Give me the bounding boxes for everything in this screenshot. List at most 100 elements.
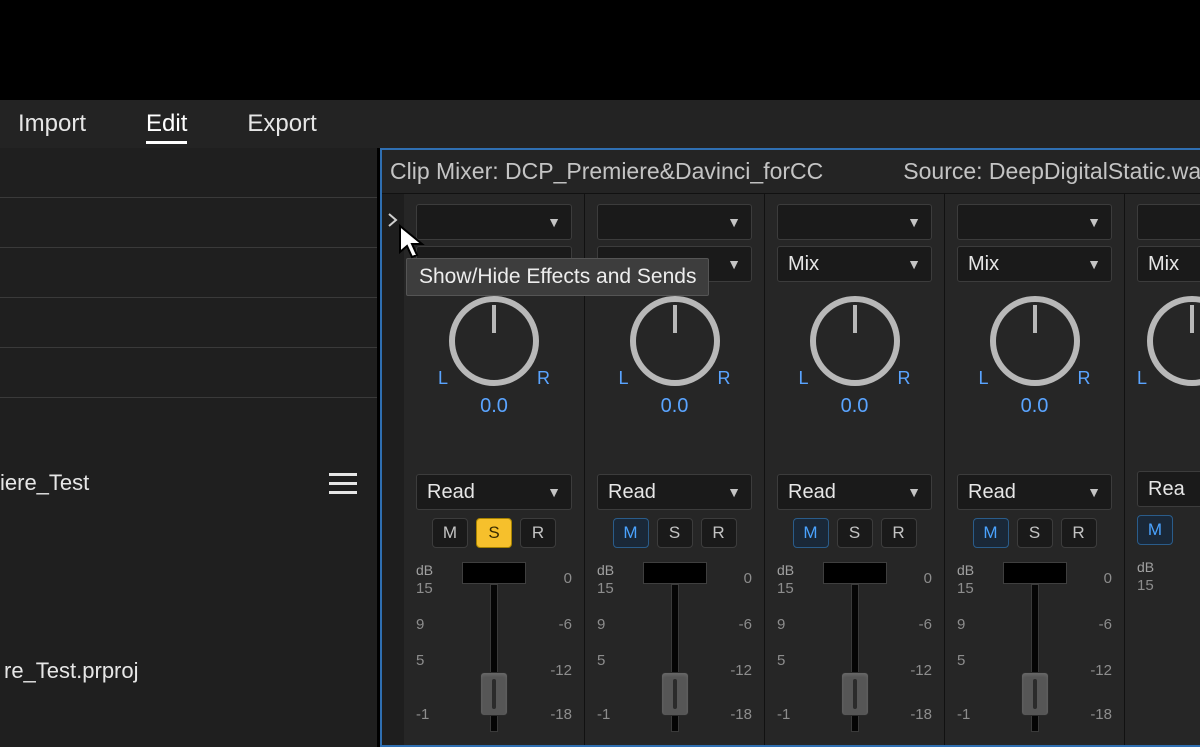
peak-meter	[1003, 562, 1067, 584]
project-bin-list	[0, 148, 377, 398]
record-button[interactable]: R	[881, 518, 917, 548]
pan-left-label: L	[619, 368, 629, 389]
fx-slot-dropdown[interactable]	[1137, 204, 1200, 240]
pan-right-label: R	[898, 368, 911, 389]
mute-button[interactable]: M	[432, 518, 468, 548]
automation-mode-dropdown[interactable]: Read ▼	[777, 474, 932, 510]
project-row[interactable]	[0, 248, 377, 298]
record-button[interactable]: R	[1061, 518, 1097, 548]
automation-mode-dropdown[interactable]: Read ▼	[597, 474, 752, 510]
peak-meter	[462, 562, 526, 584]
workspace: iere_Test re_Test.prproj Clip Mixer: DCP…	[0, 148, 1200, 747]
pan-value: 0.0	[661, 395, 689, 418]
fx-slot-dropdown[interactable]: ▼	[777, 204, 932, 240]
mute-solo-record-row: M S R	[597, 518, 752, 548]
project-file-name: re_Test.prproj	[0, 658, 377, 684]
chevron-down-icon: ▼	[907, 214, 921, 230]
mute-solo-record-row: M S R	[416, 518, 572, 548]
tab-source[interactable]: Source: DeepDigitalStatic.wav	[903, 158, 1200, 185]
solo-button[interactable]: S	[657, 518, 693, 548]
fx-slot-dropdown[interactable]: ▼	[957, 204, 1112, 240]
channel-strip: ▼ Mix ▼ L R 0.0	[764, 194, 944, 745]
workspace-tabs: Import Edit Export	[0, 100, 1200, 148]
peak-meter	[823, 562, 887, 584]
pan-value: 0.0	[480, 395, 508, 418]
db-unit-label: dB	[777, 562, 794, 578]
fx-slot-dropdown[interactable]: ▼	[597, 204, 752, 240]
chevron-down-icon: ▼	[1087, 214, 1101, 230]
fader-handle[interactable]	[1021, 672, 1049, 716]
mute-button[interactable]: M	[613, 518, 649, 548]
project-panel: iere_Test re_Test.prproj	[0, 148, 380, 747]
chevron-down-icon: ▼	[1087, 256, 1101, 272]
db-unit-label: dB	[597, 562, 614, 578]
fader-handle[interactable]	[661, 672, 689, 716]
pan-knob[interactable]	[990, 296, 1080, 386]
tab-import[interactable]: Import	[18, 110, 86, 138]
solo-button[interactable]: S	[476, 518, 512, 548]
tooltip-effects-sends: Show/Hide Effects and Sends	[406, 258, 709, 296]
chevron-down-icon: ▼	[907, 256, 921, 272]
automation-mode-value: Read	[788, 481, 836, 504]
fx-slot-dropdown[interactable]: ▼	[416, 204, 572, 240]
chevron-down-icon: ▼	[1087, 484, 1101, 500]
tab-export[interactable]: Export	[247, 110, 316, 138]
automation-mode-value: Read	[968, 481, 1016, 504]
tab-edit[interactable]: Edit	[146, 110, 187, 138]
fader-area: dB 15	[1137, 559, 1200, 729]
pan-right-label: R	[1078, 368, 1091, 389]
mute-button[interactable]: M	[1137, 515, 1173, 545]
mute-button[interactable]: M	[973, 518, 1009, 548]
mute-solo-record-row: M S R	[957, 518, 1112, 548]
automation-mode-value: Read	[427, 481, 475, 504]
pan-control: L R 0.0	[416, 296, 572, 418]
fader-scale-left: dB 15	[1137, 559, 1175, 729]
mixer-panel-tabs: Clip Mixer: DCP_Premiere&Davinci_forCC S…	[382, 150, 1200, 194]
mute-solo-record-row: M	[1137, 515, 1200, 545]
send-value: Mix	[1148, 253, 1179, 276]
pan-knob[interactable]	[630, 296, 720, 386]
solo-button[interactable]: S	[1017, 518, 1053, 548]
send-dropdown[interactable]: Mix ▼	[777, 246, 932, 282]
pan-left-label: L	[438, 368, 448, 389]
project-row[interactable]	[0, 348, 377, 398]
automation-mode-dropdown[interactable]: Read ▼	[957, 474, 1112, 510]
chevron-down-icon: ▼	[907, 484, 921, 500]
project-row[interactable]	[0, 298, 377, 348]
tab-clip-mixer[interactable]: Clip Mixer: DCP_Premiere&Davinci_forCC	[390, 158, 823, 185]
channel-strip: ▼ Mix ▼ L R 0.0	[944, 194, 1124, 745]
project-section-name: iere_Test	[0, 470, 89, 496]
mute-button[interactable]: M	[793, 518, 829, 548]
project-row[interactable]	[0, 148, 377, 198]
chevron-down-icon: ▼	[547, 214, 561, 230]
app-root: Import Edit Export iere_Test re_Test.prp…	[0, 100, 1200, 747]
pan-control: L R 0.0	[777, 296, 932, 418]
pan-knob[interactable]	[449, 296, 539, 386]
solo-button[interactable]: S	[837, 518, 873, 548]
automation-mode-value: Read	[608, 481, 656, 504]
pan-left-label: L	[799, 368, 809, 389]
automation-mode-dropdown[interactable]: Rea	[1137, 471, 1200, 507]
send-dropdown[interactable]: Mix ▼	[957, 246, 1112, 282]
pan-left-label: L	[1137, 368, 1147, 389]
send-dropdown[interactable]: Mix	[1137, 246, 1200, 282]
project-section-header: iere_Test	[0, 458, 377, 508]
pan-control: L	[1137, 296, 1200, 415]
peak-meter	[643, 562, 707, 584]
clip-mixer-panel: Clip Mixer: DCP_Premiere&Davinci_forCC S…	[380, 148, 1200, 747]
chevron-down-icon: ▼	[547, 484, 561, 500]
fader-handle[interactable]	[480, 672, 508, 716]
pan-knob[interactable]	[810, 296, 900, 386]
record-button[interactable]: R	[701, 518, 737, 548]
pan-left-label: L	[979, 368, 989, 389]
automation-mode-value: Rea	[1148, 478, 1185, 501]
send-value: Mix	[968, 253, 999, 276]
record-button[interactable]: R	[520, 518, 556, 548]
mixer-left-gutter	[382, 194, 404, 745]
fader-handle[interactable]	[841, 672, 869, 716]
pan-control: L R 0.0	[957, 296, 1112, 418]
panel-menu-icon[interactable]	[329, 473, 357, 494]
automation-mode-dropdown[interactable]: Read ▼	[416, 474, 572, 510]
project-row[interactable]	[0, 198, 377, 248]
pan-control: L R 0.0	[597, 296, 752, 418]
